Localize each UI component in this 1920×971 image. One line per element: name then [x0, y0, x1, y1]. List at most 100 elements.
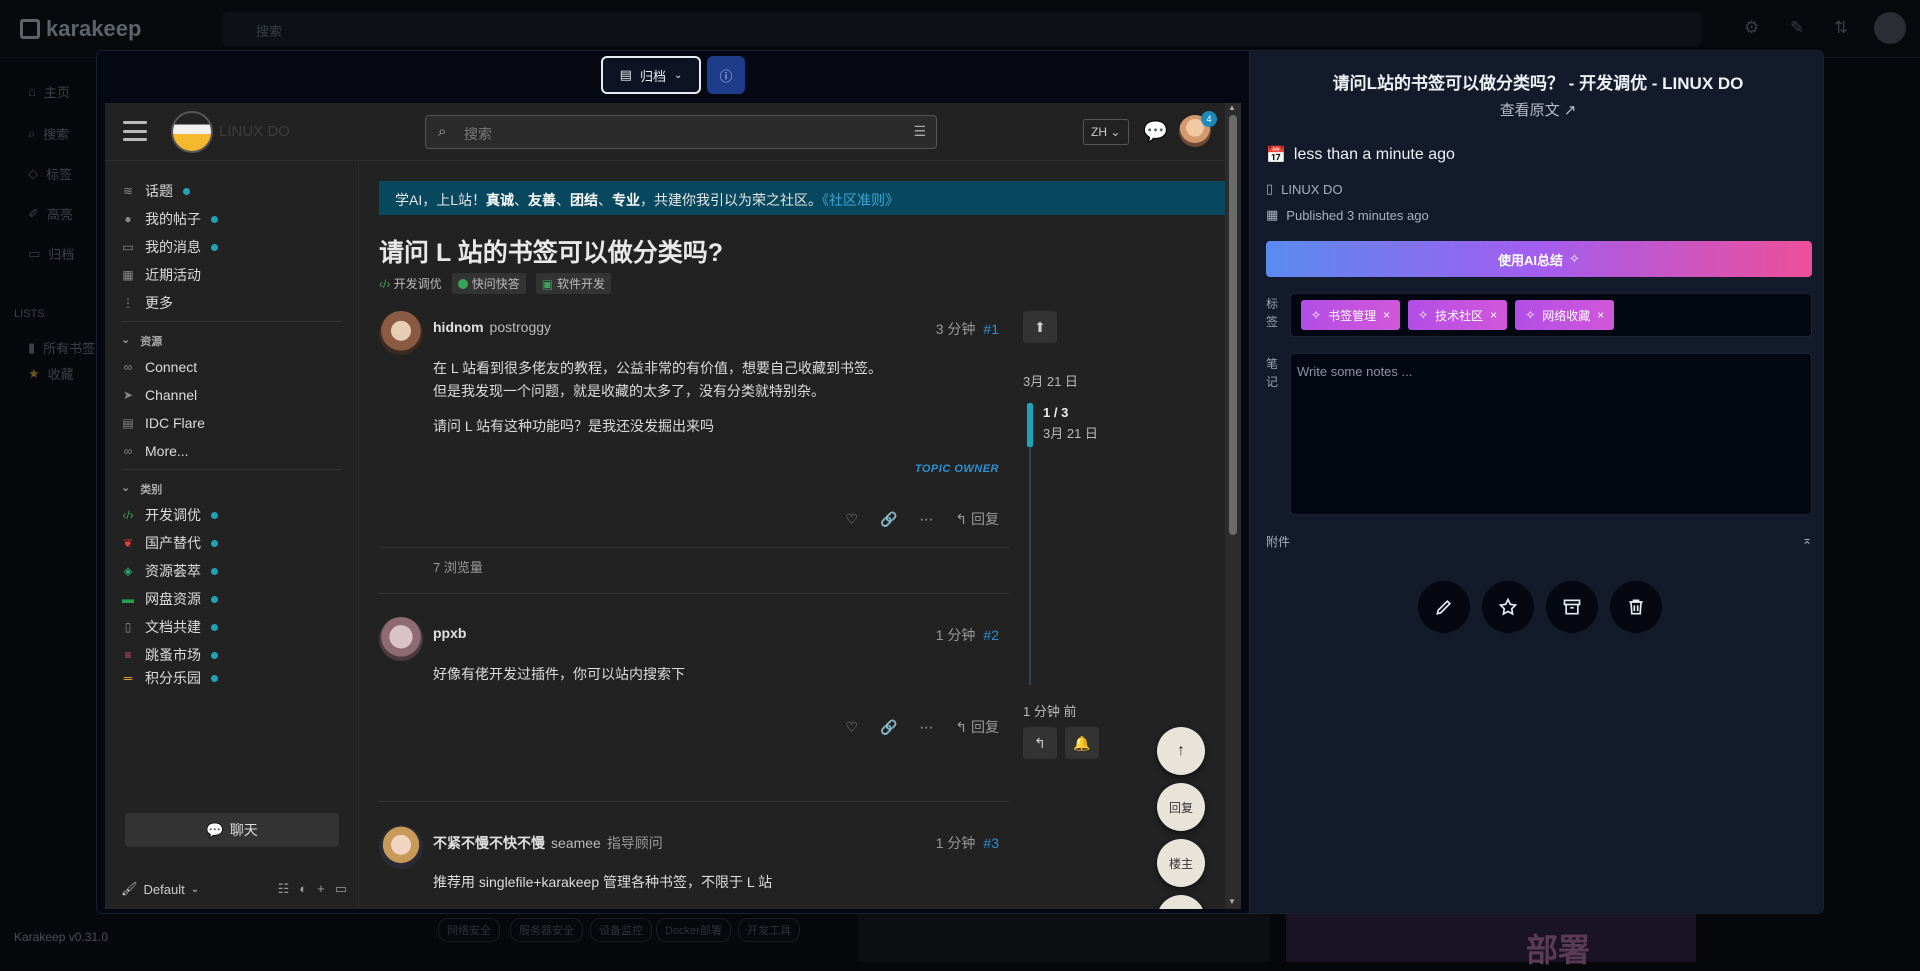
scroll-down-icon[interactable]: ▼	[1228, 897, 1236, 906]
sidebar-item-topics[interactable]: ≋ 话题	[121, 179, 190, 203]
nav-highlights[interactable]: ✐ 高亮	[28, 204, 73, 223]
delete-button[interactable]	[1610, 581, 1662, 633]
community-rules-link[interactable]: 《社区准则》	[822, 192, 899, 208]
tag-chip[interactable]: ✧ 网络收藏 ×	[1515, 300, 1615, 330]
link-icon[interactable]: 🔗	[880, 719, 897, 736]
tag-chip[interactable]: ✧ 技术社区 ×	[1408, 300, 1508, 330]
list-all-bookmarks[interactable]: ▮ 所有书签	[28, 338, 95, 357]
link-icon[interactable]: 🔗	[880, 511, 897, 528]
post-avatar[interactable]	[379, 825, 423, 869]
timeline-end-label[interactable]: 1 分钟 前	[1023, 701, 1076, 720]
sidebar-category-points[interactable]: ═ 积分乐园	[121, 671, 218, 685]
background-tag-chip[interactable]: 设备监控	[590, 918, 652, 942]
language-selector[interactable]: ZH ⌄	[1083, 119, 1129, 145]
edit-icon[interactable]: ✎	[1790, 18, 1804, 38]
fab-reply-button[interactable]: 回复	[1157, 783, 1205, 831]
attachments-section[interactable]: 附件 ⌅	[1266, 533, 1812, 550]
nav-archive[interactable]: ▭ 归档	[28, 244, 74, 263]
notes-textarea[interactable]: Write some notes ...	[1290, 353, 1812, 515]
scroll-up-icon[interactable]: ▲	[1228, 103, 1236, 112]
more-icon[interactable]: ⋯	[919, 511, 933, 528]
tag-chip[interactable]: ✧ 书签管理 ×	[1301, 300, 1401, 330]
post-time[interactable]: 1 分钟 #2	[936, 625, 999, 645]
info-button[interactable]: ⓘ	[707, 56, 745, 94]
view-original-link[interactable]: 查看原文 ↗	[1250, 99, 1823, 120]
sidebar-item-more-resources[interactable]: ∞ More...	[121, 439, 189, 463]
timeline-notification-button[interactable]: 🔔	[1065, 727, 1099, 759]
background-tag-chip[interactable]: 服务器安全	[510, 918, 583, 942]
forum-logo[interactable]	[171, 111, 213, 153]
post-avatar[interactable]	[379, 311, 423, 355]
archive-button[interactable]	[1546, 581, 1598, 633]
chat-icon[interactable]: 💬	[1143, 119, 1168, 144]
theme-selector[interactable]: Default	[144, 882, 185, 897]
sort-icon[interactable]: ⇅	[1834, 18, 1848, 38]
close-icon[interactable]: ×	[1490, 308, 1497, 322]
timeline-start-date[interactable]: 3月 21 日	[1023, 371, 1078, 390]
scrollbar-thumb[interactable]	[1229, 115, 1237, 535]
sidebar-item-idc-flare[interactable]: ▤ IDC Flare	[121, 411, 205, 435]
keyboard-icon[interactable]: ▭	[335, 881, 347, 897]
close-icon[interactable]: ×	[1597, 308, 1604, 322]
topic-tag[interactable]: ▣ 软件开发	[535, 273, 612, 294]
ai-summarize-button[interactable]: 使用AI总结 ✧	[1266, 241, 1812, 277]
frame-scrollbar[interactable]: ▲ ▼	[1225, 103, 1241, 909]
karakeep-logo[interactable]: karakeep	[20, 16, 141, 42]
reply-button[interactable]: ↰ 回复	[955, 717, 999, 737]
contrast-icon[interactable]: ◐	[299, 881, 307, 897]
plus-icon[interactable]: +	[317, 881, 325, 897]
more-icon[interactable]: ⋯	[919, 719, 933, 736]
sidebar-category-docs[interactable]: ▯ 文档共建	[121, 615, 218, 639]
resources-section-toggle[interactable]: ⌄ 资源	[121, 333, 162, 349]
sidebar-category-market[interactable]: ≡ 跳蚤市场	[121, 643, 218, 667]
sidebar-item-more[interactable]: ⋮ 更多	[121, 291, 173, 315]
close-icon[interactable]: ×	[1383, 308, 1390, 322]
heart-icon[interactable]: ♡	[845, 719, 858, 736]
categories-section-toggle[interactable]: ⌄ 类别	[121, 481, 162, 497]
heart-icon[interactable]: ♡	[845, 511, 858, 528]
nav-tags[interactable]: ◇ 标签	[28, 164, 72, 183]
post-username[interactable]: ppxb	[433, 625, 466, 641]
favorite-button[interactable]	[1482, 581, 1534, 633]
chat-button[interactable]: 💬 聊天	[125, 813, 339, 847]
background-tag-chip[interactable]: 网络安全	[438, 918, 500, 942]
timeline-reply-button[interactable]: ↰	[1023, 727, 1057, 759]
reply-button[interactable]: ↰ 回复	[955, 509, 999, 529]
post-username[interactable]: 不紧不慢不快不慢 seamee 指导顾问	[433, 833, 663, 853]
background-tag-chip[interactable]: Docker部署	[656, 918, 731, 942]
sidebar-item-connect[interactable]: ∞ Connect	[121, 355, 197, 379]
tags-editor[interactable]: ✧ 书签管理 × ✧ 技术社区 × ✧ 网络收藏 ×	[1290, 293, 1812, 337]
nav-search[interactable]: ⌕ 搜索	[28, 124, 69, 143]
background-search-input[interactable]: 搜索	[222, 12, 1702, 46]
timeline-share-button[interactable]: ⬆	[1023, 311, 1057, 343]
forum-search-input[interactable]: ⌕ 搜索 ☰	[425, 115, 937, 149]
nav-home[interactable]: ⌂ 主页	[28, 82, 70, 101]
sidebar-category-dev[interactable]: ‹/› 开发调优	[121, 503, 218, 527]
scroll-top-button[interactable]: ↑	[1157, 727, 1205, 775]
hamburger-menu-icon[interactable]	[123, 121, 147, 141]
archive-view-dropdown[interactable]: ▤ 归档 ⌄	[601, 56, 701, 94]
user-avatar[interactable]	[1874, 12, 1906, 44]
sliders-icon[interactable]: ☷	[278, 881, 290, 897]
timeline-handle[interactable]	[1027, 403, 1033, 447]
sidebar-item-recent-activity[interactable]: ▦ 近期活动	[121, 263, 201, 287]
post-avatar[interactable]	[379, 617, 423, 661]
background-tag-chip[interactable]: 开发工具	[738, 918, 800, 942]
topic-tag[interactable]: 快问快答	[451, 273, 526, 294]
bookmark-title[interactable]: 请问L站的书签可以做分类吗？ - 开发调优 - LINUX DO	[1250, 69, 1823, 94]
topic-category-link[interactable]: ‹/› 开发调优	[379, 275, 442, 292]
search-filter-icon[interactable]: ☰	[913, 123, 926, 140]
sidebar-category-resources[interactable]: ◈ 资源荟萃	[121, 559, 218, 583]
edit-button[interactable]	[1418, 581, 1470, 633]
sidebar-item-my-posts[interactable]: ● 我的帖子	[121, 207, 218, 231]
post-username[interactable]: hidnom postroggy	[433, 319, 551, 335]
sidebar-category-domestic[interactable]: ❦ 国产替代	[121, 531, 218, 555]
settings-icon[interactable]: ⚙	[1744, 18, 1759, 38]
sidebar-category-netdisk[interactable]: ▬ 网盘资源	[121, 587, 218, 611]
sidebar-item-my-messages[interactable]: ▭ 我的消息	[121, 235, 218, 259]
list-favorites[interactable]: ★ 收藏	[28, 364, 74, 383]
post-time[interactable]: 1 分钟 #3	[936, 833, 999, 853]
post-time[interactable]: 3 分钟 #1	[936, 319, 999, 339]
sidebar-item-channel[interactable]: ➤ Channel	[121, 383, 197, 407]
fab-op-button[interactable]: 楼主	[1157, 839, 1205, 887]
